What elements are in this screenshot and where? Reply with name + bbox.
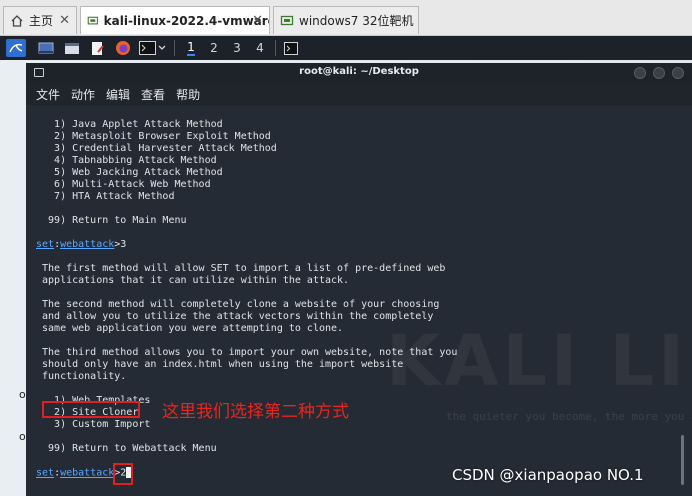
menu-help[interactable]: 帮助 — [176, 86, 200, 103]
menu-actions[interactable]: 动作 — [71, 86, 95, 103]
desktop-icon-fragment: o — [19, 430, 26, 443]
workspace-label: 4 — [256, 41, 264, 55]
prompt-set-label: set — [36, 467, 55, 479]
terminal-line: 4) Tabnabbing Attack Method — [36, 155, 217, 166]
show-desktop-icon[interactable] — [37, 39, 55, 57]
terminal-line: 7) HTA Attack Method — [36, 191, 175, 202]
highlight-box-input — [113, 463, 133, 485]
tab-kali-vm[interactable]: kali-linux-2022.4-vmware-a... ✕ — [80, 6, 270, 34]
terminal-line: applications that it can utilize within … — [36, 275, 350, 286]
tab-windows7-vm[interactable]: windows7 32位靶机 — [273, 6, 419, 34]
window-title: root@kali: ~/Desktop — [299, 66, 419, 77]
maximize-button[interactable] — [653, 67, 665, 79]
terminal-line: 5) Web Jacking Attack Method — [36, 167, 223, 178]
tab-home[interactable]: 主页 ✕ — [3, 6, 77, 34]
kali-watermark-tagline: the quieter you become, the more you are… — [446, 410, 692, 423]
workspace-label: 3 — [233, 41, 241, 55]
terminal-line: 2) Metasploit Browser Exploit Method — [36, 131, 271, 142]
text-editor-icon[interactable] — [89, 39, 107, 57]
workspace-label: 1 — [187, 40, 195, 56]
menu-file[interactable]: 文件 — [36, 86, 60, 103]
workspace-1[interactable]: 1 — [182, 39, 200, 57]
prompt-set-label: set — [36, 239, 55, 250]
command-prompt: set:webattack>3 — [36, 239, 126, 251]
terminal-line: and allow you to utilize the attack vect… — [36, 311, 434, 322]
tab-label: windows7 32位靶机 — [299, 14, 414, 28]
vm-icon — [280, 15, 294, 25]
terminal-taskbar-icon[interactable] — [282, 39, 300, 57]
prompt-module-label: webattack — [60, 467, 115, 479]
prompt-module-label: webattack — [60, 239, 115, 250]
terminal-line: 3) Credential Harvester Attack Method — [36, 143, 277, 154]
close-button[interactable] — [672, 67, 684, 79]
terminal-menubar: 文件 动作 编辑 查看 帮助 — [26, 83, 692, 105]
terminal-titlebar[interactable]: root@kali: ~/Desktop — [26, 63, 692, 83]
workspace-label: 2 — [210, 41, 218, 55]
terminal-line: 1) Java Applet Attack Method — [36, 119, 223, 130]
terminal-line: should only have an index.html when usin… — [36, 359, 404, 370]
terminal-line: The second method will completely clone … — [36, 299, 440, 310]
firefox-icon[interactable] — [113, 39, 133, 57]
workspace-3[interactable]: 3 — [228, 39, 246, 57]
prompt-input[interactable]: >3 — [114, 239, 126, 250]
kali-watermark: KALI LINUX — [386, 320, 692, 402]
minimize-button[interactable] — [634, 67, 646, 79]
terminal-line: 3) Custom Import — [36, 419, 151, 430]
terminal-line: 99) Return to Main Menu — [36, 215, 187, 226]
vm-icon — [87, 16, 98, 24]
terminal-line: 6) Multi-Attack Web Method — [36, 179, 211, 190]
menu-edit[interactable]: 编辑 — [106, 86, 130, 103]
workspace-2[interactable]: 2 — [205, 39, 223, 57]
terminal-line: The first method will allow SET to impor… — [36, 263, 446, 274]
close-icon[interactable]: ✕ — [252, 13, 263, 28]
desktop-icon-fragment: o — [19, 388, 26, 401]
terminal-line: same web application you were attempting… — [36, 323, 344, 334]
vmware-tab-strip: 主页 ✕ kali-linux-2022.4-vmware-a... ✕ win… — [0, 0, 692, 36]
file-manager-icon[interactable] — [63, 39, 81, 57]
home-icon — [11, 14, 23, 27]
workspace-4[interactable]: 4 — [251, 39, 269, 57]
highlight-box-site-cloner — [42, 401, 140, 418]
terminal-scrollbar[interactable] — [681, 435, 684, 485]
panel-divider — [275, 40, 276, 56]
panel-divider — [174, 40, 175, 56]
csdn-watermark: CSDN @xianpaopao NO.1 — [452, 466, 644, 484]
terminal-line: functionality. — [36, 371, 127, 382]
tab-label: 主页 — [29, 14, 54, 28]
terminal-launcher-icon[interactable] — [138, 39, 168, 57]
terminal-line: 99) Return to Webattack Menu — [36, 443, 217, 454]
menu-view[interactable]: 查看 — [141, 86, 165, 103]
terminal-output[interactable]: KALI LINUX the quieter you become, the m… — [26, 105, 692, 496]
terminal-window: root@kali: ~/Desktop 文件 动作 编辑 查看 帮助 KALI… — [26, 63, 692, 496]
close-icon[interactable]: ✕ — [59, 13, 70, 28]
terminal-line: The third method allows you to import yo… — [36, 347, 458, 358]
kali-menu-icon[interactable] — [6, 39, 26, 57]
annotation-text: 这里我们选择第二种方式 — [162, 402, 349, 422]
tab-label: kali-linux-2022.4-vmware-a... — [103, 13, 269, 28]
kali-top-panel: 1 2 3 4 — [0, 36, 692, 60]
